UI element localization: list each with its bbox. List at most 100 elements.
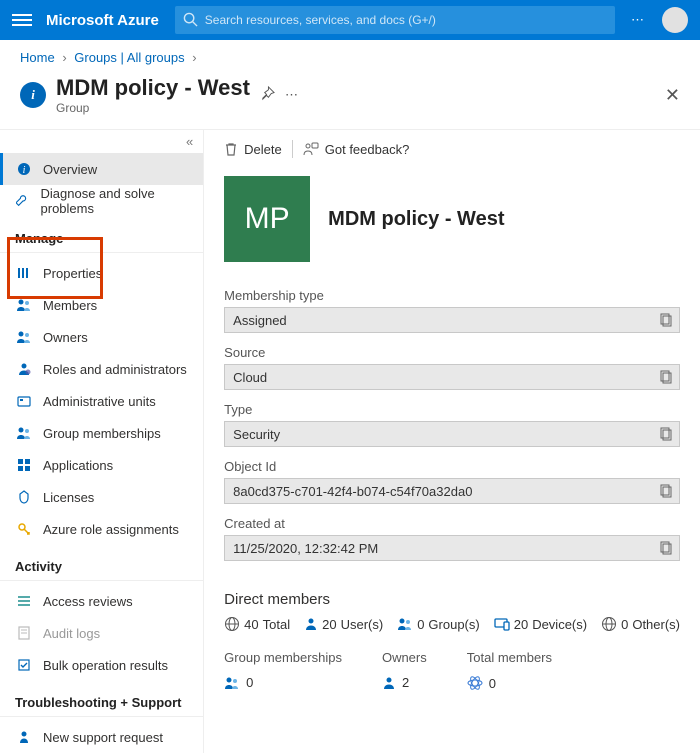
sidebar-item-new-request[interactable]: New support request xyxy=(0,721,203,753)
sidebar-item-label: Azure role assignments xyxy=(43,522,179,537)
properties-icon xyxy=(15,266,33,280)
sidebar-section-activity: Activity xyxy=(0,545,203,581)
sidebar-item-label: Diagnose and solve problems xyxy=(41,186,189,216)
sidebar-item-licenses[interactable]: Licenses xyxy=(0,481,203,513)
field-value-object-id: 8a0cd375-c701-42f4-b074-c54f70a32da0 xyxy=(224,478,680,504)
main-content: Delete Got feedback? MP MDM policy - Wes… xyxy=(203,129,700,753)
group-tile: MP xyxy=(224,176,310,262)
sidebar-item-label: Licenses xyxy=(43,490,94,505)
metric-total[interactable]: 40Total xyxy=(224,616,290,632)
sidebar-item-azure-roles[interactable]: Azure role assignments xyxy=(0,513,203,545)
sidebar-item-label: New support request xyxy=(43,730,163,745)
sidebar-item-applications[interactable]: Applications xyxy=(0,449,203,481)
stat-group-memberships[interactable]: Group memberships 0 xyxy=(224,650,342,694)
sidebar-item-access-reviews[interactable]: Access reviews xyxy=(0,585,203,617)
global-header: Microsoft Azure ⋯ xyxy=(0,0,700,40)
breadcrumb: Home › Groups | All groups › xyxy=(0,40,700,69)
sidebar-item-label: Group memberships xyxy=(43,426,161,441)
avatar[interactable] xyxy=(662,7,688,33)
group-memberships-icon xyxy=(15,426,33,440)
copy-icon[interactable] xyxy=(660,541,673,558)
sidebar-item-audit-logs[interactable]: Audit logs xyxy=(0,617,203,649)
globe-icon xyxy=(601,616,617,632)
sidebar-item-group-memberships[interactable]: Group memberships xyxy=(0,417,203,449)
field-value-membership-type: Assigned xyxy=(224,307,680,333)
search-input[interactable] xyxy=(175,6,615,34)
more-icon[interactable]: ⋯ xyxy=(631,12,646,28)
sidebar-item-label: Administrative units xyxy=(43,394,156,409)
search-icon xyxy=(183,12,198,27)
copy-icon[interactable] xyxy=(660,370,673,387)
more-ellipsis-icon[interactable]: ⋯ xyxy=(285,87,298,103)
delete-button[interactable]: Delete xyxy=(224,142,282,157)
sidebar-item-overview[interactable]: i Overview xyxy=(0,153,203,185)
sidebar-item-owners[interactable]: Owners xyxy=(0,321,203,353)
sidebar-item-bulk-results[interactable]: Bulk operation results xyxy=(0,649,203,681)
sidebar-item-members[interactable]: Members xyxy=(0,289,203,321)
stat-owners[interactable]: Owners 2 xyxy=(382,650,427,694)
field-value-source: Cloud xyxy=(224,364,680,390)
collapse-icon[interactable]: « xyxy=(0,130,203,153)
atom-icon xyxy=(467,675,483,691)
copy-icon[interactable] xyxy=(660,313,673,330)
feedback-button[interactable]: Got feedback? xyxy=(303,142,410,157)
sidebar-section-troubleshoot: Troubleshooting + Support xyxy=(0,681,203,717)
crumb-home[interactable]: Home xyxy=(20,50,55,65)
sidebar-item-label: Properties xyxy=(43,266,102,281)
metric-groups[interactable]: 0Group(s) xyxy=(397,617,480,632)
info-circle-icon: i xyxy=(15,162,33,176)
members-icon xyxy=(15,298,33,312)
page-title: MDM policy - West xyxy=(56,75,250,101)
sidebar-item-properties[interactable]: Properties xyxy=(0,257,203,289)
owners-icon xyxy=(15,330,33,344)
group-name: MDM policy - West xyxy=(328,208,504,231)
person-feedback-icon xyxy=(303,142,319,156)
user-icon xyxy=(382,676,396,690)
sidebar-section-manage: Manage xyxy=(0,217,203,253)
field-label-type: Type xyxy=(224,402,680,417)
crumb-groups[interactable]: Groups | All groups xyxy=(74,50,184,65)
group-stats: Group memberships 0 Owners 2 Total membe… xyxy=(204,632,700,694)
sidebar-item-label: Audit logs xyxy=(43,626,100,641)
metric-others[interactable]: 0Other(s) xyxy=(601,616,680,632)
field-value-created-at: 11/25/2020, 12:32:42 PM xyxy=(224,535,680,561)
sidebar-item-label: Members xyxy=(43,298,97,313)
sidebar-item-diagnose[interactable]: Diagnose and solve problems xyxy=(0,185,203,217)
sidebar-item-label: Roles and administrators xyxy=(43,362,187,377)
menu-icon[interactable] xyxy=(12,11,32,29)
bulk-results-icon xyxy=(15,658,33,672)
admin-units-icon xyxy=(15,394,33,408)
metric-devices[interactable]: 20Device(s) xyxy=(494,617,587,632)
sidebar-item-admin-units[interactable]: Administrative units xyxy=(0,385,203,417)
applications-icon xyxy=(15,458,33,472)
sidebar-item-label: Access reviews xyxy=(43,594,133,609)
pin-icon[interactable] xyxy=(260,86,275,104)
svg-text:i: i xyxy=(23,165,26,176)
user-icon xyxy=(304,617,318,631)
sidebar-item-roles[interactable]: Roles and administrators xyxy=(0,353,203,385)
trash-icon xyxy=(224,142,238,156)
command-bar: Delete Got feedback? xyxy=(204,130,700,168)
page-subtitle: Group xyxy=(56,101,250,115)
sidebar: « i Overview Diagnose and solve problems… xyxy=(0,129,203,753)
copy-icon[interactable] xyxy=(660,484,673,501)
sidebar-item-label: Owners xyxy=(43,330,88,345)
sidebar-item-label: Overview xyxy=(43,162,97,177)
direct-members-heading: Direct members xyxy=(204,567,700,616)
metric-users[interactable]: 20User(s) xyxy=(304,617,383,632)
field-label-source: Source xyxy=(224,345,680,360)
device-icon xyxy=(494,617,510,631)
roles-icon xyxy=(15,362,33,376)
groups-icon xyxy=(397,617,413,631)
global-search[interactable] xyxy=(175,6,615,34)
key-icon xyxy=(15,522,33,536)
brand-label: Microsoft Azure xyxy=(46,12,159,29)
direct-members-row: 40Total 20User(s) 0Group(s) 20Device(s) … xyxy=(204,616,700,632)
wrench-icon xyxy=(15,194,31,208)
copy-icon[interactable] xyxy=(660,427,673,444)
close-icon[interactable]: ✕ xyxy=(665,85,680,106)
sidebar-item-label: Bulk operation results xyxy=(43,658,168,673)
field-label-object-id: Object Id xyxy=(224,459,680,474)
field-label-membership-type: Membership type xyxy=(224,288,680,303)
stat-total-members[interactable]: Total members 0 xyxy=(467,650,552,694)
